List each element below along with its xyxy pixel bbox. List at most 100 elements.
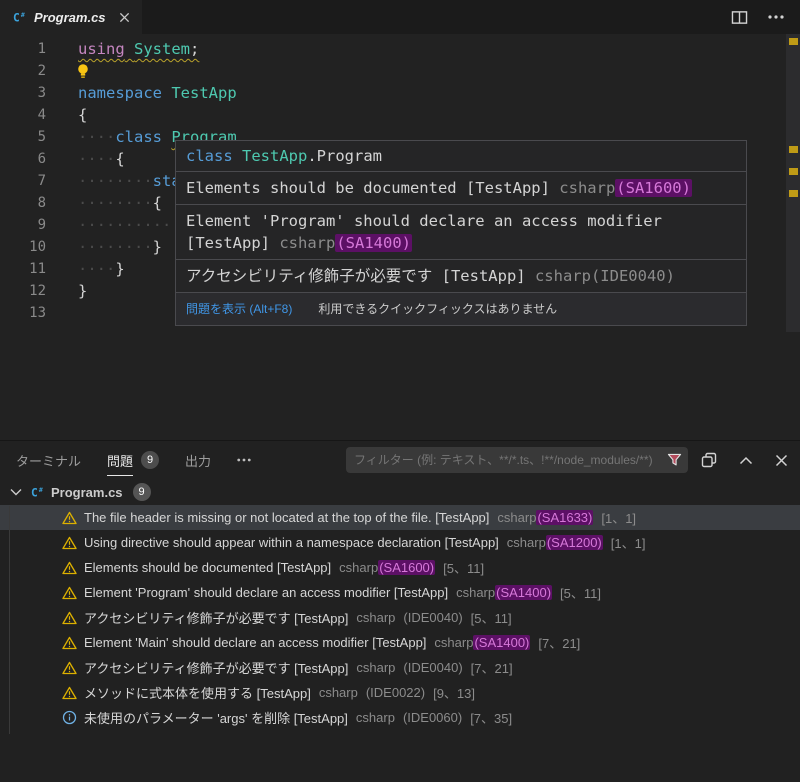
group-problem-count-badge: 9	[132, 483, 151, 501]
info-icon	[62, 710, 77, 725]
problems-filter-input[interactable]	[346, 453, 667, 467]
svg-text:C: C	[13, 11, 20, 24]
problem-code: (IDE0022)	[365, 685, 426, 700]
hover-diagnostic-row: Element 'Program' should declare an acce…	[176, 205, 746, 260]
problem-row[interactable]: Using directive should appear within a n…	[0, 530, 800, 555]
problem-source: csharp	[456, 585, 496, 600]
panel-tab-問題[interactable]: 問題 9	[107, 441, 160, 479]
tab-program-cs[interactable]: C # Program.cs	[0, 0, 142, 34]
maximize-panel-icon[interactable]	[739, 456, 753, 465]
problem-message: Element 'Program' should declare an acce…	[84, 585, 449, 600]
code-line[interactable]: 3 namespace TestApp	[0, 82, 800, 104]
code-token: {	[115, 150, 125, 168]
code-token: ····	[78, 260, 116, 278]
problem-source: csharp	[497, 510, 537, 525]
more-actions-icon[interactable]	[768, 15, 784, 19]
problem-position: [1、1]	[610, 536, 646, 551]
panel-views-icon[interactable]	[701, 452, 717, 468]
close-panel-icon[interactable]	[775, 454, 788, 467]
close-icon[interactable]	[119, 12, 130, 23]
code-editor[interactable]: 1 using System; 2 3 namespace TestApp 4{ 5 ····…	[0, 34, 800, 440]
info-icon	[62, 710, 77, 725]
problem-message: アクセシビリティ修飾子が必要です [TestApp]	[84, 661, 349, 676]
csharp-file-icon: C #	[30, 485, 45, 500]
code-line[interactable]: 1 using System;	[0, 38, 800, 60]
code-token: .Program	[307, 147, 382, 165]
code-token: System	[134, 40, 191, 58]
vscode-window: C # Program.cs 1 using System; 2 3 namespace …	[0, 0, 800, 782]
panel-tab-label: 問題	[107, 445, 134, 476]
diagnostic-message: Element 'Program' should declare an acce…	[186, 212, 662, 252]
diagnostic-source: csharp	[534, 267, 591, 285]
problem-row[interactable]: 未使用のパラメーター 'args' を削除 [TestApp] csharp (ID…	[0, 705, 800, 730]
problem-row[interactable]: アクセシビリティ修飾子が必要です [TestApp] csharp (IDE0040…	[0, 655, 800, 680]
problem-row[interactable]: The file header is missing or not locate…	[0, 505, 800, 530]
problems-file-group[interactable]: C # Program.cs 9	[0, 479, 800, 505]
diagnostics-hover-tooltip: class TestApp.Program Elements should be…	[175, 140, 747, 326]
line-number: 2	[37, 63, 46, 79]
problem-position: [5、11]	[470, 611, 512, 626]
code-line[interactable]: 2	[0, 60, 800, 82]
code-token: using	[78, 40, 125, 58]
line-number: 6	[37, 151, 46, 167]
warning-icon	[62, 661, 77, 674]
problem-code: (IDE0040)	[403, 610, 463, 625]
problem-position: [5、11]	[443, 561, 485, 576]
code-token: }	[115, 260, 125, 278]
view-problem-link[interactable]: 問題を表示 (Alt+F8)	[186, 298, 292, 320]
diagnostic-code: (IDE0040)	[590, 267, 675, 285]
tree-indent-guide	[9, 506, 10, 734]
panel-tab-ターミナル[interactable]: ターミナル	[16, 441, 81, 479]
lightbulb-icon[interactable]	[76, 60, 90, 82]
code-line[interactable]: 4{	[0, 104, 800, 126]
problem-message: Using directive should appear within a n…	[84, 535, 499, 550]
split-editor-icon[interactable]	[731, 10, 748, 25]
problem-code-highlighted: (SA1633)	[536, 510, 594, 525]
panel-tab-出力[interactable]: 出力	[185, 441, 211, 479]
line-number: 13	[29, 305, 46, 321]
problem-row[interactable]: Elements should be documented [TestApp] c…	[0, 555, 800, 580]
filter-funnel-icon[interactable]	[667, 453, 682, 467]
code-text: ····}	[46, 258, 125, 280]
code-token: }	[78, 282, 88, 300]
code-text: ········}	[46, 236, 162, 258]
line-number: 7	[37, 173, 46, 189]
warning-icon	[62, 611, 77, 624]
problem-row[interactable]: メソッドに式本体を使用する [TestApp] csharp (IDE0022) [9…	[0, 680, 800, 705]
ruler-warning-mark	[789, 38, 798, 45]
warning-icon	[62, 561, 77, 575]
problem-row[interactable]: Element 'Main' should declare an access …	[0, 630, 800, 655]
problem-code-highlighted: (SA1600)	[378, 560, 436, 575]
line-number: 8	[37, 195, 46, 211]
tab-strip-empty	[141, 0, 715, 34]
ruler-warning-mark	[789, 168, 798, 175]
bottom-panel: ターミナル 問題 9 出力 フィルター (例: テキスト、**/*.ts、!**…	[0, 440, 800, 782]
line-number: 5	[37, 129, 46, 145]
code-token: }	[152, 238, 162, 256]
code-token: {	[152, 194, 162, 212]
code-text: }	[46, 280, 87, 302]
panel-more-tabs-icon[interactable]	[237, 441, 251, 479]
diagnostic-message: アクセシビリティ修飾子が必要です [TestApp]	[186, 267, 535, 285]
problem-message: 未使用のパラメーター 'args' を削除 [TestApp]	[84, 711, 348, 726]
problems-tree: C # Program.cs 9 The file header is missi…	[0, 479, 800, 782]
editor-tab-bar: C # Program.cs	[0, 0, 800, 34]
chevron-down-icon	[10, 488, 22, 496]
warning-icon	[62, 586, 77, 600]
problem-code-highlighted: (SA1400)	[473, 635, 531, 650]
svg-text:C: C	[31, 486, 38, 499]
problems-filter-box	[346, 447, 688, 473]
problem-row[interactable]: Element 'Program' should declare an acce…	[0, 580, 800, 605]
hover-diagnostic-row: Elements should be documented [TestApp] …	[176, 172, 746, 205]
warning-icon	[62, 511, 77, 524]
problem-position: [7、21]	[538, 636, 581, 651]
problem-row[interactable]: アクセシビリティ修飾子が必要です [TestApp] csharp (IDE0040…	[0, 605, 800, 630]
overview-ruler[interactable]	[786, 34, 800, 332]
editor-actions	[715, 0, 800, 34]
code-token: ····	[78, 150, 116, 168]
quickfix-status-text: 利用できるクイックフィックスはありません	[318, 302, 558, 316]
tab-title: Program.cs	[34, 9, 106, 25]
